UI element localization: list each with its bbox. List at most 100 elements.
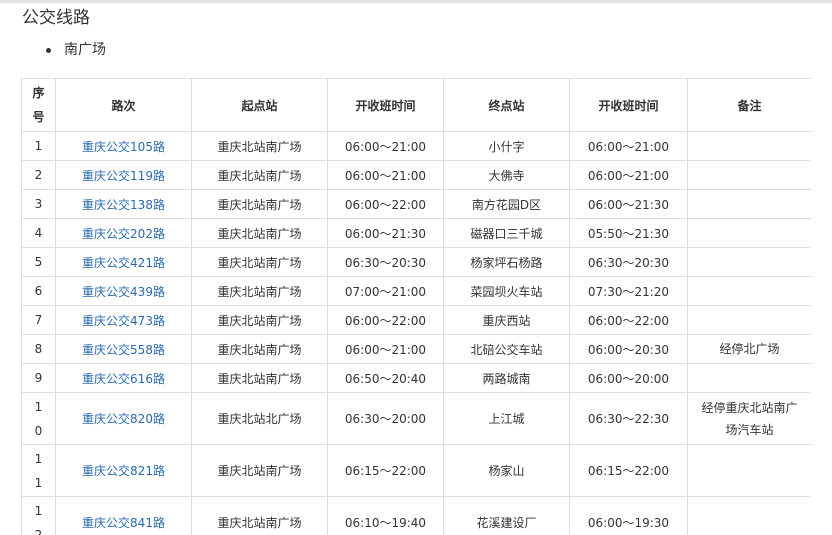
cell-end-hours-text: 06:00～20:00 bbox=[587, 371, 670, 386]
cell-end-hours: 05:50～21:30 bbox=[569, 218, 688, 248]
header-remark: 备注 bbox=[687, 78, 811, 132]
header-no: 序号 bbox=[21, 78, 56, 132]
cell-end-hours: 06:15～22:00 bbox=[569, 444, 688, 497]
table-header-row: 序号 路次 起点站 开收班时间 终点站 开收班时间 备注 bbox=[21, 78, 811, 132]
cell-start-station-text: 重庆北站南广场 bbox=[217, 197, 302, 212]
cell-start-station: 重庆北站南广场 bbox=[191, 496, 328, 535]
cell-remark bbox=[687, 131, 811, 161]
header-end-station: 终点站 bbox=[443, 78, 570, 132]
header-start-hours: 开收班时间 bbox=[327, 78, 444, 132]
route-link[interactable]: 重庆公交105路 bbox=[82, 140, 165, 154]
cell-end-station: 菜园坝火车站 bbox=[443, 276, 570, 306]
route-link[interactable]: 重庆公交473路 bbox=[82, 314, 165, 328]
table-row: 10 重庆公交820路 重庆北站北广场 06:30～20:00 上江城 06:30～22:… bbox=[21, 392, 811, 445]
page-title: 公交线路 bbox=[22, 8, 90, 28]
table-row: 9 重庆公交616路 重庆北站南广场 06:50～20:40 两路城南 06:00～20:… bbox=[21, 363, 811, 393]
cell-remark-text: 经停北广场 bbox=[719, 342, 780, 356]
cell-start-hours: 07:00～21:00 bbox=[327, 276, 444, 306]
header-end-hours: 开收班时间 bbox=[569, 78, 688, 132]
route-link[interactable]: 重庆公交202路 bbox=[82, 227, 165, 241]
cell-route-link: 重庆公交439路 bbox=[55, 276, 192, 306]
bus-routes-table: 序号 路次 起点站 开收班时间 终点站 开收班时间 备注 1 重庆公交105路 重庆… bbox=[21, 78, 811, 535]
cell-end-station: 南方花园D区 bbox=[443, 189, 570, 219]
cell-end-hours: 06:00～21:30 bbox=[569, 189, 688, 219]
cell-start-station-text: 重庆北站南广场 bbox=[217, 168, 302, 183]
cell-end-hours-text: 06:30～22:30 bbox=[587, 412, 670, 426]
cell-start-station-text: 重庆北站南广场 bbox=[217, 226, 302, 241]
cell-remark bbox=[687, 363, 811, 393]
cell-start-hours: 06:10～19:40 bbox=[327, 496, 444, 535]
cell-end-station-text: 小什字 bbox=[488, 139, 525, 154]
route-link[interactable]: 重庆公交119路 bbox=[82, 169, 165, 183]
cell-start-station: 重庆北站南广场 bbox=[191, 444, 328, 497]
cell-start-hours: 06:00～21:30 bbox=[327, 218, 444, 248]
route-link[interactable]: 重庆公交821路 bbox=[82, 464, 165, 478]
route-link[interactable]: 重庆公交616路 bbox=[82, 372, 165, 386]
cell-row-number-text: 4 bbox=[34, 226, 43, 240]
route-link[interactable]: 重庆公交421路 bbox=[82, 256, 165, 270]
cell-end-station-text: 北碚公交车站 bbox=[470, 342, 543, 357]
cell-end-station: 杨家山 bbox=[443, 444, 570, 497]
table-row: 5 重庆公交421路 重庆北站南广场 06:30～20:30 杨家坪石杨路 06:30～2… bbox=[21, 247, 811, 277]
cell-remark bbox=[687, 189, 811, 219]
cell-row-number: 2 bbox=[21, 160, 56, 190]
route-link[interactable]: 重庆公交820路 bbox=[82, 412, 165, 426]
cell-end-hours-text: 06:30～20:30 bbox=[587, 255, 670, 270]
cell-end-hours: 06:00～19:30 bbox=[569, 496, 688, 535]
route-link[interactable]: 重庆公交138路 bbox=[82, 198, 165, 212]
table-row: 12 重庆公交841路 重庆北站南广场 06:10～19:40 花溪建设厂 06:00～1… bbox=[21, 496, 811, 535]
cell-start-station-text: 重庆北站南广场 bbox=[217, 464, 302, 478]
cell-start-hours-text: 06:00～21:00 bbox=[344, 342, 427, 357]
cell-start-hours: 06:00～21:00 bbox=[327, 334, 444, 364]
cell-end-hours: 07:30～21:20 bbox=[569, 276, 688, 306]
cell-route-link: 重庆公交421路 bbox=[55, 247, 192, 277]
cell-row-number-text: 3 bbox=[34, 197, 43, 211]
cell-start-hours: 06:00～22:00 bbox=[327, 305, 444, 335]
table-row: 3 重庆公交138路 重庆北站南广场 06:00～22:00 南方花园D区 06:00～2… bbox=[21, 189, 811, 219]
cell-route-link: 重庆公交473路 bbox=[55, 305, 192, 335]
cell-start-station: 重庆北站南广场 bbox=[191, 276, 328, 306]
bus-routes-table-container[interactable]: 序号 路次 起点站 开收班时间 终点站 开收班时间 备注 1 重庆公交105路 重庆… bbox=[21, 78, 811, 535]
bullet-list: 南广场 bbox=[46, 40, 106, 60]
cell-end-station: 磁器口三千城 bbox=[443, 218, 570, 248]
cell-row-number-text: 12 bbox=[34, 503, 43, 535]
cell-start-station-text: 重庆北站南广场 bbox=[217, 255, 302, 270]
cell-end-hours: 06:30～20:30 bbox=[569, 247, 688, 277]
cell-remark bbox=[687, 247, 811, 277]
cell-end-hours-text: 06:00～21:00 bbox=[587, 168, 670, 183]
cell-start-hours-text: 06:50～20:40 bbox=[344, 371, 427, 386]
cell-start-hours-text: 06:00～21:00 bbox=[344, 168, 427, 183]
cell-start-station: 重庆北站南广场 bbox=[191, 160, 328, 190]
cell-end-hours: 06:00～21:00 bbox=[569, 131, 688, 161]
header-start-station: 起点站 bbox=[191, 78, 328, 132]
cell-route-link: 重庆公交841路 bbox=[55, 496, 192, 535]
cell-start-hours-text: 06:00～22:00 bbox=[344, 197, 427, 212]
route-link[interactable]: 重庆公交841路 bbox=[82, 516, 165, 530]
cell-row-number-text: 8 bbox=[34, 342, 43, 356]
cell-row-number: 12 bbox=[21, 496, 56, 535]
cell-row-number: 10 bbox=[21, 392, 56, 445]
cell-row-number: 3 bbox=[21, 189, 56, 219]
cell-start-station-text: 重庆北站南广场 bbox=[217, 284, 302, 299]
cell-start-station: 重庆北站南广场 bbox=[191, 334, 328, 364]
cell-start-hours-text: 06:15～22:00 bbox=[344, 464, 427, 478]
cell-end-station: 两路城南 bbox=[443, 363, 570, 393]
table-row: 8 重庆公交558路 重庆北站南广场 06:00～21:00 北碚公交车站 06:00～2… bbox=[21, 334, 811, 364]
cell-end-hours: 06:00～22:00 bbox=[569, 305, 688, 335]
cell-start-hours-text: 06:00～21:30 bbox=[344, 226, 427, 241]
cell-end-hours: 06:00～21:00 bbox=[569, 160, 688, 190]
cell-start-station-text: 重庆北站南广场 bbox=[217, 313, 302, 328]
route-link[interactable]: 重庆公交558路 bbox=[82, 343, 165, 357]
cell-start-station: 重庆北站南广场 bbox=[191, 363, 328, 393]
top-divider bbox=[0, 0, 832, 3]
cell-start-hours: 06:50～20:40 bbox=[327, 363, 444, 393]
cell-remark bbox=[687, 444, 811, 497]
cell-end-station-text: 菜园坝火车站 bbox=[470, 284, 543, 299]
cell-route-link: 重庆公交105路 bbox=[55, 131, 192, 161]
cell-start-station-text: 重庆北站南广场 bbox=[217, 139, 302, 154]
cell-start-station: 重庆北站南广场 bbox=[191, 305, 328, 335]
route-link[interactable]: 重庆公交439路 bbox=[82, 285, 165, 299]
cell-start-station: 重庆北站南广场 bbox=[191, 218, 328, 248]
cell-end-station: 重庆西站 bbox=[443, 305, 570, 335]
cell-route-link: 重庆公交821路 bbox=[55, 444, 192, 497]
